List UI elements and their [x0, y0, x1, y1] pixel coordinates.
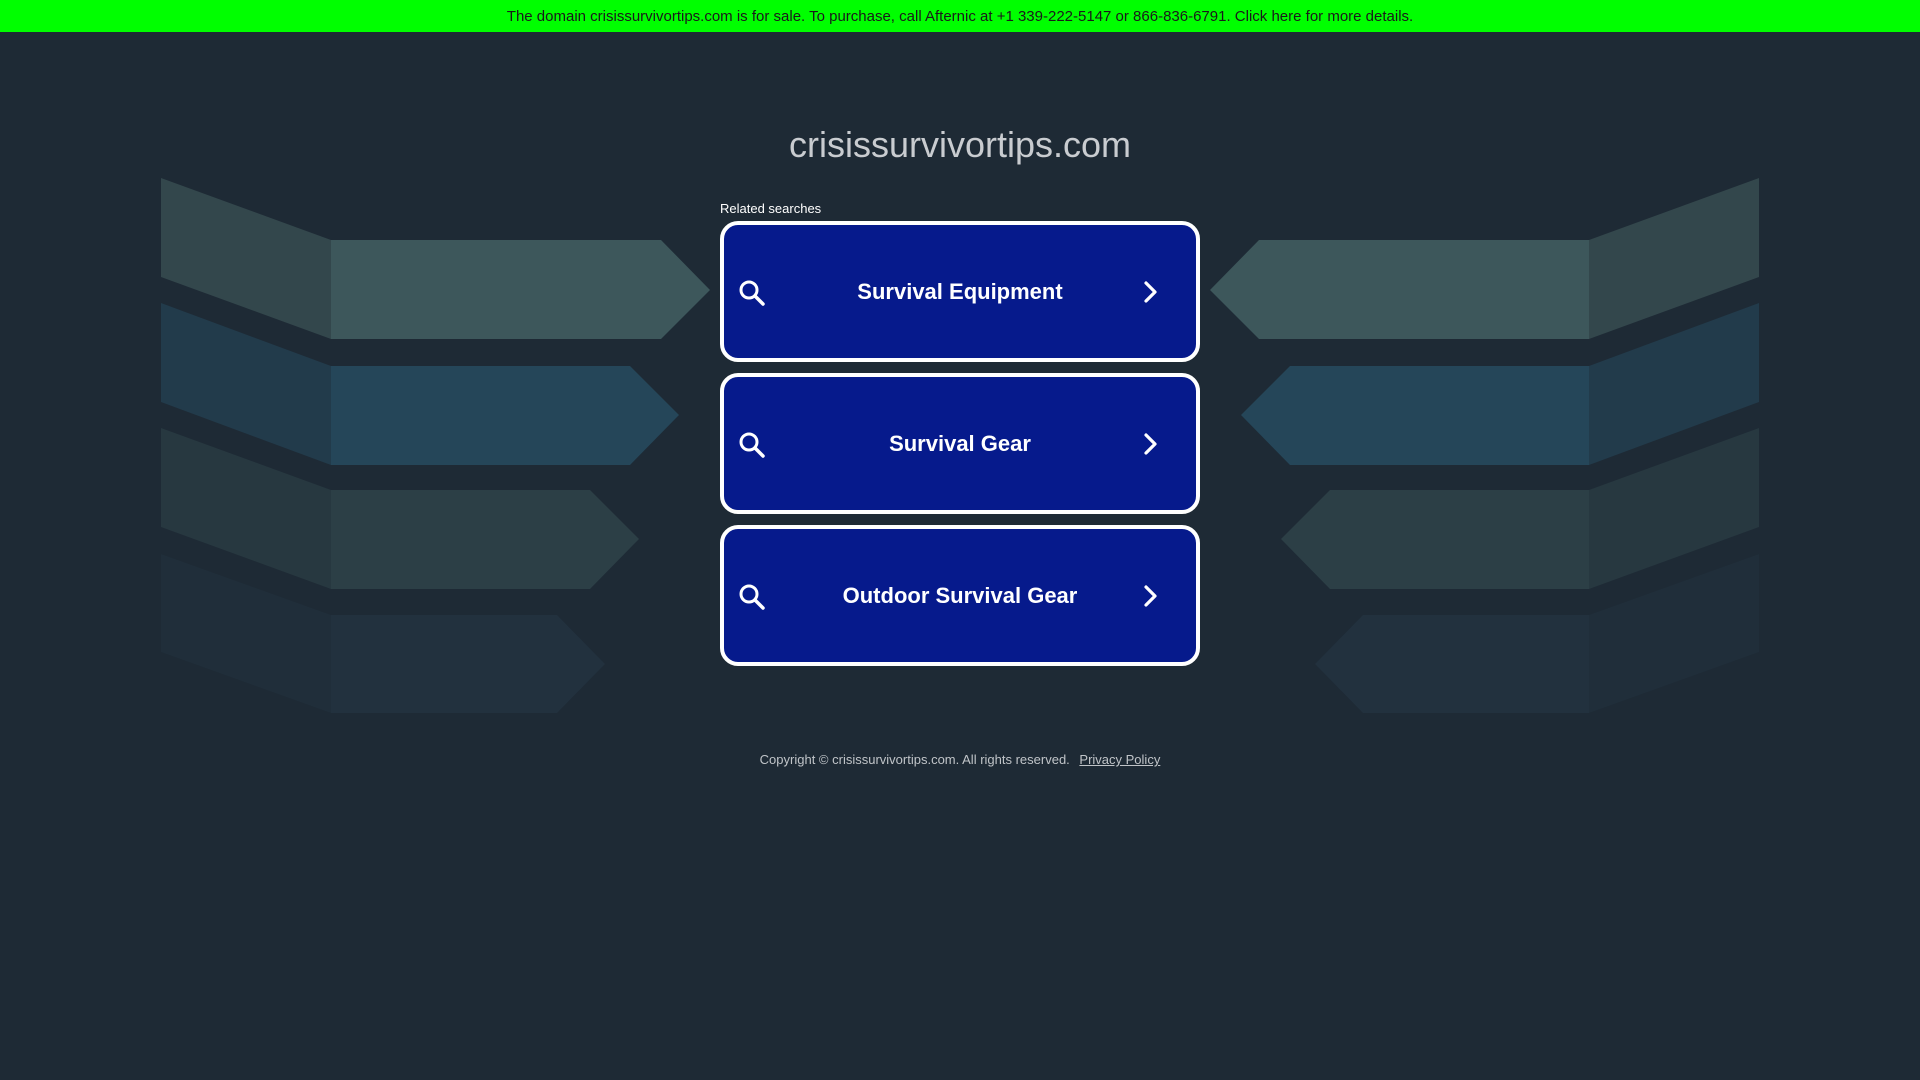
- search-icon: [739, 432, 765, 458]
- related-search-label: Survival Equipment: [857, 279, 1063, 304]
- footer: Copyright © crisissurvivortips.com. All …: [0, 752, 1920, 767]
- chevron-right-icon: [1144, 281, 1157, 303]
- copyright-text: Copyright © crisissurvivortips.com. All …: [759, 752, 1070, 767]
- related-search-label: Outdoor Survival Gear: [842, 583, 1078, 608]
- domain-title: crisissurvivortips.com: [788, 124, 1132, 165]
- related-search-label: Survival Gear: [889, 431, 1031, 456]
- related-search-button-survival-equipment[interactable]: Survival Equipment: [720, 221, 1200, 362]
- privacy-policy-link[interactable]: Privacy Policy: [1079, 752, 1160, 767]
- related-searches-label: Related searches: [720, 201, 822, 216]
- left-decor-row-1: [161, 178, 710, 339]
- domain-for-sale-banner[interactable]: The domain crisissurvivortips.com is for…: [0, 0, 1920, 32]
- right-decor-row-1: [1210, 178, 1759, 339]
- related-searches-list: Survival Equipment Survival Gear Outdoor…: [720, 221, 1200, 677]
- related-search-button-outdoor-survival-gear[interactable]: Outdoor Survival Gear: [720, 525, 1200, 666]
- search-icon: [739, 584, 765, 610]
- search-icon: [739, 280, 765, 306]
- chevron-right-icon: [1144, 585, 1157, 607]
- chevron-right-icon: [1144, 433, 1157, 455]
- related-search-button-survival-gear[interactable]: Survival Gear: [720, 373, 1200, 514]
